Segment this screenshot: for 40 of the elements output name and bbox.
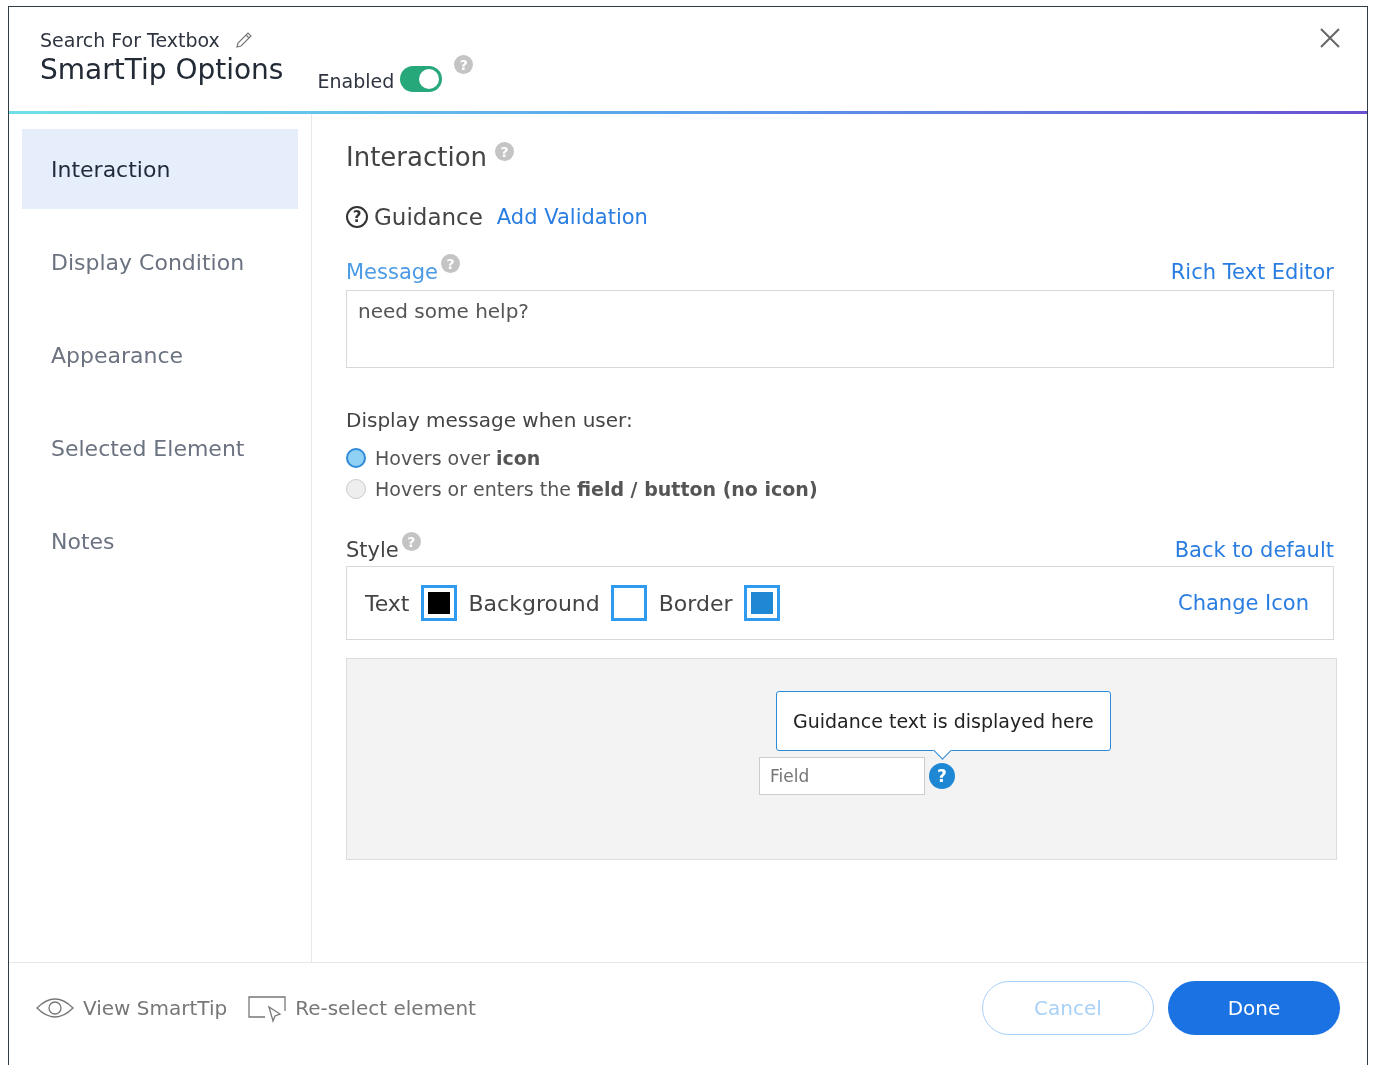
dialog-title: SmartTip Options (40, 53, 284, 86)
swatch-label: Text (365, 590, 410, 616)
view-smarttip-link[interactable]: View SmartTip (83, 996, 228, 1020)
cursor-box-icon[interactable] (247, 993, 288, 1023)
enabled-label: Enabled (317, 70, 395, 92)
option-label: Hovers or enters the field / button (no icon) (375, 477, 818, 500)
reselect-element-link[interactable]: Re-select element (295, 996, 476, 1020)
radio-button[interactable] (346, 447, 366, 468)
add-validation-link[interactable]: Add Validation (496, 205, 648, 229)
guidance-label: Guidance (374, 204, 483, 230)
preview-field[interactable]: Field (759, 757, 925, 795)
swatch-label: Border (658, 590, 733, 616)
back-to-default-link[interactable]: Back to default (1174, 538, 1334, 562)
close-icon[interactable] (1319, 27, 1341, 49)
help-badge[interactable]: ? (929, 763, 955, 789)
color-swatch[interactable] (743, 585, 780, 621)
display-label: Display message when user: (346, 408, 634, 432)
section-heading: Interaction (346, 142, 488, 172)
swatch-label: Background (468, 590, 600, 616)
sidebar-item[interactable]: Appearance (22, 315, 298, 395)
color-swatch[interactable] (420, 585, 457, 621)
question-circle-icon: ? (346, 206, 368, 228)
radio-button[interactable] (346, 478, 366, 499)
pencil-icon[interactable] (233, 30, 254, 50)
sidebar-item[interactable]: Selected Element (22, 408, 298, 488)
rich-text-editor-link[interactable]: Rich Text Editor (1170, 260, 1334, 284)
tooltip: Guidance text is displayed here (776, 691, 1111, 751)
option-label: Hovers over icon (375, 446, 541, 469)
style-label: Style (346, 538, 399, 562)
done-button[interactable]: Done (1168, 981, 1340, 1035)
subtitle: Search For Textbox (40, 29, 220, 51)
message-label: Message (346, 260, 439, 284)
change-icon-link[interactable]: Change Icon (1178, 591, 1309, 615)
sidebar-item[interactable]: Display Condition (22, 222, 298, 302)
sidebar-item[interactable]: Interaction (22, 129, 298, 209)
message-field[interactable]: need some help? (346, 290, 1334, 368)
sidebar-item[interactable]: Notes (22, 501, 298, 581)
eye-icon[interactable] (35, 996, 75, 1020)
color-swatch[interactable] (610, 585, 647, 621)
toggle-switch[interactable] (400, 66, 443, 92)
